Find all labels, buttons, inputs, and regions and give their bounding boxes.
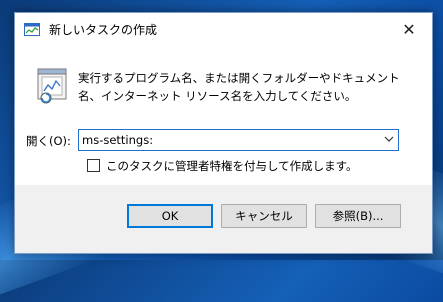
create-task-dialog: 新しいタスクの作成 ✕ 実行するプログラム名、または開くフォルダーやドキュメント… bbox=[14, 12, 433, 254]
browse-button[interactable]: 参照(B)... bbox=[315, 204, 401, 228]
close-icon: ✕ bbox=[402, 19, 416, 39]
dialog-body: 実行するプログラム名、または開くフォルダーやドキュメント名、インターネット リソ… bbox=[15, 45, 432, 185]
dialog-description: 実行するプログラム名、または開くフォルダーやドキュメント名、インターネット リソ… bbox=[78, 71, 400, 103]
admin-checkbox[interactable] bbox=[87, 159, 100, 172]
ok-button[interactable]: OK bbox=[127, 204, 213, 228]
task-manager-icon bbox=[24, 23, 40, 36]
close-button[interactable]: ✕ bbox=[386, 13, 432, 45]
open-combobox[interactable] bbox=[78, 129, 399, 151]
open-label: 開く(O): bbox=[26, 134, 71, 148]
open-input[interactable] bbox=[82, 130, 372, 150]
title-bar[interactable]: 新しいタスクの作成 ✕ bbox=[15, 13, 432, 45]
button-bar: OK キャンセル 参照(B)... bbox=[15, 185, 432, 253]
chevron-down-icon[interactable] bbox=[384, 134, 394, 144]
run-program-icon bbox=[37, 68, 67, 104]
window-title: 新しいタスクの作成 bbox=[49, 23, 158, 37]
admin-privilege-option[interactable]: このタスクに管理者特権を付与して作成します。 bbox=[87, 158, 358, 173]
admin-checkbox-label[interactable]: このタスクに管理者特権を付与して作成します。 bbox=[106, 158, 358, 174]
cancel-button[interactable]: キャンセル bbox=[221, 204, 307, 228]
